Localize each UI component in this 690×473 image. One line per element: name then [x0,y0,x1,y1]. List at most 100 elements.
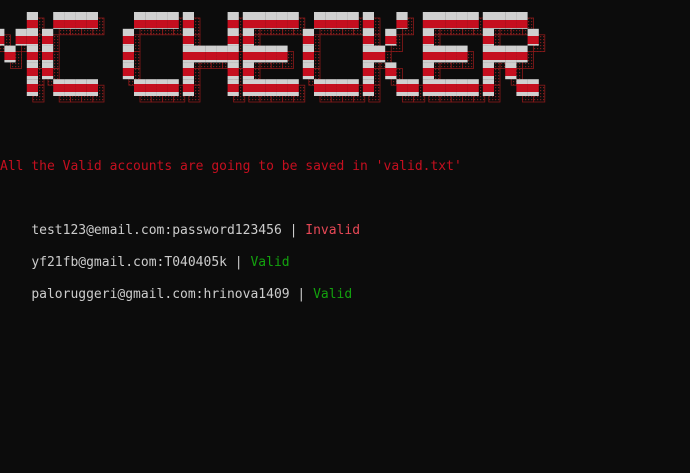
logo-block [385,28,397,46]
logo-block [53,79,65,96]
logo-block [53,12,65,29]
logo-block [314,12,326,29]
status-label: Valid [250,255,290,270]
logo-block [227,79,239,96]
logo-block [302,45,314,63]
logo-block [145,12,157,29]
logo-block [122,28,134,46]
logo-block [216,45,228,63]
logo-block [527,28,539,46]
logo-block [276,45,288,63]
result-row: test123@email.com:password123456 | Inval… [0,207,360,238]
separator: | [289,287,314,302]
logo-block [467,79,479,96]
logo-block [254,12,266,29]
logo-block [4,45,16,63]
logo-block [265,79,277,96]
logo-block [205,45,217,63]
account-credentials: yf21fb@gmail.com:T040405k [31,255,227,270]
logo-block [182,45,194,63]
logo-block [396,79,408,96]
logo-block [227,12,239,29]
logo-block [134,79,146,96]
terminal-window[interactable]: All the Valid accounts are going to be s… [0,0,690,473]
logo-block [287,12,299,29]
logo-block [302,62,314,80]
logo-block [182,28,194,46]
logo-block [422,79,434,96]
logo-block [26,28,38,46]
account-credentials: paloruggeri@gmail.com:hrinova1409 [31,287,290,302]
logo-block [422,62,434,80]
status-label: Valid [313,287,353,302]
save-notice: All the Valid accounts are going to be s… [0,159,462,174]
status-label: Invalid [305,223,361,238]
logo-block [422,12,434,29]
logo-block [15,28,27,46]
logo-block [156,79,168,96]
logo-block [494,45,506,63]
mc-checker-logo [0,12,546,103]
logo-block [75,12,87,29]
logo-block [422,45,434,63]
logo-block [265,45,277,63]
logo-block [42,45,54,63]
logo-block [445,45,457,63]
logo-block [134,12,146,29]
logo-block [456,45,468,63]
logo-block [527,79,539,96]
logo-block [242,28,254,46]
logo-block [122,62,134,80]
logo-block [422,28,434,46]
logo-block [64,12,76,29]
logo-block [145,79,157,96]
result-row: yf21fb@gmail.com:T040405k | Valid [0,239,289,270]
logo-block [505,12,517,29]
logo-block [287,79,299,96]
separator: | [226,255,251,270]
logo-block [242,45,254,63]
account-credentials: test123@email.com:password123456 [31,223,282,238]
logo-block [75,79,87,96]
result-row: paloruggeri@gmail.com:hrinova1409 | Vali… [0,271,352,302]
logo-block [362,28,374,46]
logo-block [516,12,528,29]
logo-block [227,62,239,80]
logo-block [156,12,168,29]
logo-block [325,12,337,29]
logo-block [396,12,408,29]
logo-block [445,12,457,29]
logo-block [182,79,194,96]
logo-block [482,45,494,63]
logo-block [227,28,239,46]
logo-block [42,62,54,80]
logo-block [482,28,494,46]
logo-block [347,79,359,96]
logo-block [86,12,98,29]
logo-block [456,12,468,29]
ascii-banner [0,12,620,108]
logo-block [336,12,348,29]
logo-block [516,45,528,63]
logo-block [434,12,446,29]
logo-block [374,45,386,63]
logo-block [482,12,494,29]
logo-block [407,79,419,96]
logo-block [482,62,494,80]
logo-block [194,45,206,63]
logo-block [314,79,326,96]
logo-block [182,12,194,29]
logo-block [254,45,266,63]
logo-block [265,12,277,29]
logo-block [276,79,288,96]
logo-block [167,79,179,96]
logo-block [362,12,374,29]
logo-block [494,12,506,29]
logo-block [467,12,479,29]
logo-block [167,12,179,29]
logo-block [26,12,38,29]
logo-block [122,45,134,63]
logo-block [347,12,359,29]
logo-block [505,62,517,80]
logo-block [434,79,446,96]
